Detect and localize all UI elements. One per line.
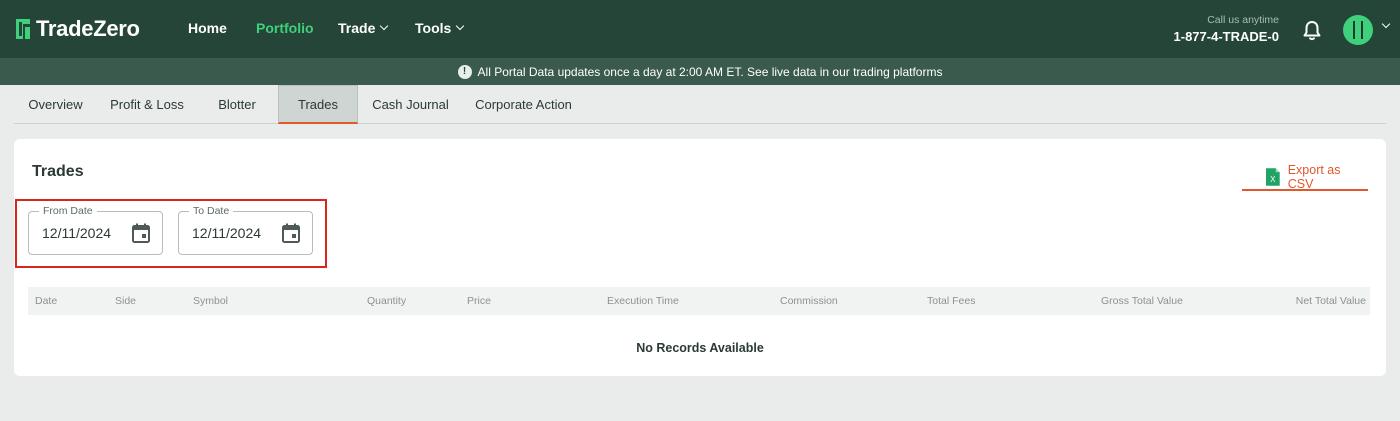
banner-text: All Portal Data updates once a day at 2:…: [477, 64, 943, 79]
nav-home-label: Home: [188, 20, 227, 36]
bell-icon[interactable]: [1301, 19, 1323, 41]
nav-portfolio[interactable]: Portfolio: [256, 20, 314, 36]
empty-state-message: No Records Available: [636, 341, 764, 355]
column-header-price[interactable]: Price: [467, 295, 491, 307]
avatar-icon[interactable]: [1343, 15, 1373, 45]
export-csv-button[interactable]: X Export as CSV: [1242, 163, 1368, 191]
to-date-label: To Date: [189, 205, 234, 217]
column-header-net-total-value[interactable]: Net Total Value: [1296, 295, 1366, 307]
nav-home[interactable]: Home: [188, 20, 227, 36]
from-date-input[interactable]: [42, 225, 132, 241]
tab-overview[interactable]: Overview: [14, 85, 97, 124]
tab-cash-journal[interactable]: Cash Journal: [359, 85, 462, 124]
portfolio-tabs: Overview Profit & Loss Blotter Trades Ca…: [14, 85, 1386, 124]
nav-tools-label: Tools: [415, 20, 452, 36]
from-date-label: From Date: [39, 205, 97, 217]
chevron-down-icon: [380, 21, 389, 31]
top-navigation-bar: TradeZero Home Portfolio Trade Tools Cal…: [0, 0, 1400, 58]
column-header-execution-time[interactable]: Execution Time: [607, 295, 679, 307]
column-header-date[interactable]: Date: [35, 295, 57, 307]
exclamation-icon: !: [457, 64, 472, 79]
export-csv-label: Export as CSV: [1287, 163, 1341, 191]
to-date-field[interactable]: To Date: [178, 205, 313, 255]
contact-label: Call us anytime: [1207, 14, 1279, 26]
column-header-commission[interactable]: Commission: [780, 295, 838, 307]
nav-trade-label: Trade: [338, 20, 376, 36]
tab-blotter-label: Blotter: [218, 97, 256, 112]
calendar-icon[interactable]: [282, 223, 300, 243]
chevron-down-icon[interactable]: [1381, 19, 1391, 29]
contact-info: Call us anytime 1-877-4-TRADE-0: [1174, 14, 1279, 44]
nav-trade-dropdown[interactable]: Trade: [338, 20, 389, 36]
tab-corporate-action-label: Corporate Action: [475, 97, 572, 112]
contact-phone[interactable]: 1-877-4-TRADE-0: [1174, 29, 1279, 44]
column-header-quantity[interactable]: Quantity: [367, 295, 406, 307]
column-header-symbol[interactable]: Symbol: [193, 295, 228, 307]
nav-tools-dropdown[interactable]: Tools: [415, 20, 465, 36]
tradezero-logo[interactable]: TradeZero: [14, 16, 140, 42]
page-title: Trades: [32, 163, 84, 180]
excel-icon: X: [1266, 168, 1280, 186]
chevron-down-icon: [456, 21, 465, 31]
tab-overview-label: Overview: [28, 97, 83, 112]
data-update-banner: ! All Portal Data updates once a day at …: [0, 58, 1400, 85]
column-header-total-fees[interactable]: Total Fees: [927, 295, 975, 307]
tab-cash-journal-label: Cash Journal: [372, 97, 449, 112]
column-header-side[interactable]: Side: [115, 295, 136, 307]
brand-name: TradeZero: [36, 16, 140, 41]
from-date-field[interactable]: From Date: [28, 205, 163, 255]
to-date-input[interactable]: [192, 225, 282, 241]
trades-table-header: Date Side Symbol Quantity Price Executio…: [28, 287, 1370, 315]
tab-corporate-action[interactable]: Corporate Action: [466, 85, 581, 124]
trades-panel: Trades X Export as CSV From Date To Date: [14, 139, 1386, 376]
tab-blotter[interactable]: Blotter: [197, 85, 277, 124]
tab-profit-loss-label: Profit & Loss: [110, 97, 184, 112]
nav-portfolio-label: Portfolio: [256, 20, 314, 36]
tab-trades-label: Trades: [298, 96, 338, 112]
calendar-icon[interactable]: [132, 223, 150, 243]
excel-icon-letter: X: [1270, 175, 1276, 184]
column-header-gross-total-value[interactable]: Gross Total Value: [1101, 295, 1183, 307]
tab-profit-loss[interactable]: Profit & Loss: [97, 85, 197, 124]
tradezero-logo-icon: [16, 19, 30, 39]
tab-trades[interactable]: Trades: [278, 85, 358, 124]
